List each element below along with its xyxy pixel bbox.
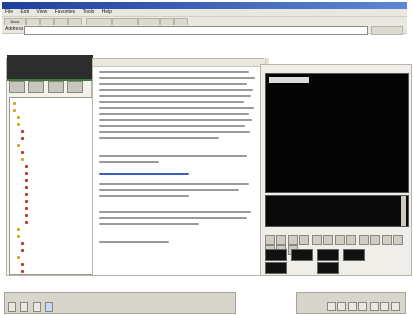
menu-favorites[interactable]: Favorites bbox=[52, 9, 79, 16]
lower-tab[interactable] bbox=[32, 302, 41, 312]
viewer-panel bbox=[260, 64, 412, 276]
viewer-button[interactable] bbox=[299, 235, 310, 245]
lower-tab[interactable] bbox=[20, 302, 29, 312]
lower-left-toolbar bbox=[4, 292, 236, 314]
content-paragraph bbox=[99, 183, 257, 201]
viewer-status-boxes bbox=[265, 249, 407, 274]
status-box bbox=[265, 262, 287, 274]
viewer-secondary-screen[interactable] bbox=[265, 195, 409, 227]
viewer-button[interactable] bbox=[335, 235, 346, 245]
toolbar-icon[interactable] bbox=[391, 302, 401, 311]
help-content-pane bbox=[92, 58, 266, 276]
address-label: Address bbox=[5, 26, 24, 32]
lower-tab[interactable] bbox=[8, 302, 16, 312]
toolbar-icon[interactable] bbox=[379, 302, 389, 311]
menu-bar: File Edit View Favorites Tools Help bbox=[2, 9, 407, 16]
toolbar-icon[interactable] bbox=[337, 302, 346, 311]
content-paragraph bbox=[99, 211, 257, 229]
viewer-button[interactable] bbox=[369, 235, 380, 245]
status-box bbox=[317, 262, 339, 274]
viewer-button[interactable] bbox=[358, 235, 369, 245]
status-box bbox=[343, 249, 365, 261]
toolbar-icon[interactable] bbox=[369, 302, 379, 311]
sidebar-icon-row bbox=[9, 81, 91, 93]
viewer-button-row bbox=[265, 235, 407, 255]
go-button[interactable] bbox=[371, 26, 403, 35]
toolbar-icon[interactable] bbox=[358, 302, 368, 311]
viewer-button[interactable] bbox=[276, 235, 286, 245]
lower-right-toolbar bbox=[296, 292, 406, 314]
viewer-screen[interactable] bbox=[265, 73, 409, 193]
content-link[interactable] bbox=[99, 173, 257, 179]
menu-view[interactable]: View bbox=[33, 9, 50, 16]
lower-tab-active[interactable] bbox=[45, 302, 54, 312]
viewer-button[interactable] bbox=[346, 235, 357, 245]
viewer-header-link[interactable] bbox=[261, 59, 413, 65]
content-heading bbox=[93, 59, 266, 67]
toolbar-icon[interactable] bbox=[348, 302, 358, 311]
viewer-button[interactable] bbox=[265, 235, 275, 245]
toolbar: Back bbox=[2, 16, 407, 27]
viewer-button[interactable] bbox=[311, 235, 322, 245]
viewer-selection-label[interactable] bbox=[269, 77, 309, 83]
lower-left-tabs bbox=[8, 302, 56, 312]
address-field[interactable] bbox=[24, 26, 368, 35]
toolbar-icon[interactable] bbox=[327, 302, 336, 311]
menu-help[interactable]: Help bbox=[99, 9, 115, 16]
address-bar: Address bbox=[2, 25, 407, 35]
window-title-bar bbox=[2, 2, 407, 9]
viewer-button[interactable] bbox=[288, 235, 299, 245]
content-paragraph bbox=[99, 71, 257, 143]
content-paragraph bbox=[99, 241, 257, 247]
navigation-tree[interactable] bbox=[9, 97, 93, 275]
home-icon[interactable] bbox=[47, 81, 64, 93]
viewer-button[interactable] bbox=[392, 235, 403, 245]
status-box bbox=[291, 249, 313, 261]
menu-tools[interactable]: Tools bbox=[80, 9, 98, 16]
content-paragraph bbox=[99, 155, 257, 167]
viewer-button[interactable] bbox=[381, 235, 392, 245]
viewer-scrollbar[interactable] bbox=[401, 196, 406, 226]
print-icon[interactable] bbox=[67, 81, 84, 93]
sidebar bbox=[6, 55, 93, 276]
lower-right-buttons bbox=[327, 302, 401, 313]
back-arrow-icon[interactable] bbox=[9, 81, 25, 93]
viewer-button[interactable] bbox=[322, 235, 333, 245]
forward-arrow-icon[interactable] bbox=[28, 81, 45, 93]
status-box bbox=[317, 249, 339, 261]
status-box bbox=[265, 249, 287, 261]
app-logo bbox=[7, 55, 93, 81]
menu-file[interactable]: File bbox=[2, 9, 16, 16]
menu-edit[interactable]: Edit bbox=[17, 9, 32, 16]
